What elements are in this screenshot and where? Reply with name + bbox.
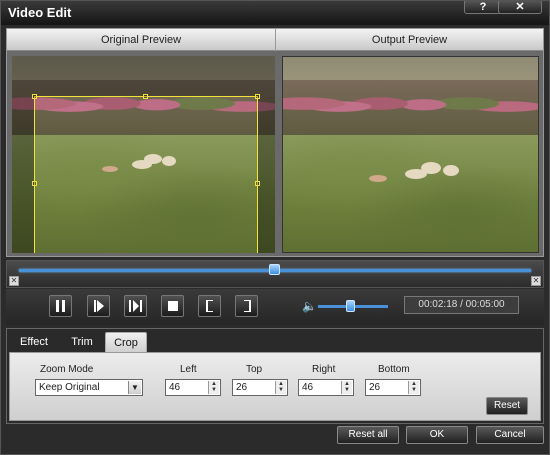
mark-out-button[interactable]	[235, 295, 258, 317]
video-edit-window: Video Edit ? ✕ Original Preview Output P…	[0, 0, 550, 455]
mark-in-button[interactable]	[198, 295, 221, 317]
volume-slider-thumb[interactable]	[345, 300, 355, 312]
crop-dim-right	[258, 96, 275, 253]
left-label: Left	[180, 364, 197, 375]
video-frame	[283, 57, 538, 252]
trees	[283, 80, 538, 139]
chevron-down-icon[interactable]: ▼	[128, 381, 141, 394]
crop-handle-top-left[interactable]	[32, 94, 37, 99]
edit-panel: Effect Trim Crop Zoom Mode Keep Original…	[6, 328, 544, 424]
start-marker-icon[interactable]: ✕	[9, 276, 19, 286]
stop-icon	[167, 301, 178, 311]
mark-out-icon	[243, 299, 251, 313]
time-display: 00:02:18 / 00:05:00	[404, 296, 519, 314]
output-preview-label: Output Preview	[371, 34, 448, 46]
right-input[interactable]: 46 ▲ ▼	[298, 379, 354, 396]
window-title: Video Edit	[8, 5, 72, 20]
tab-effect[interactable]: Effect	[9, 332, 59, 352]
crop-rectangle[interactable]	[32, 94, 260, 253]
title-bar: Video Edit ? ✕	[1, 1, 549, 25]
top-value: 26	[236, 382, 248, 393]
crop-dim-left	[12, 96, 34, 253]
right-value: 46	[302, 382, 314, 393]
help-button[interactable]: ?	[464, 1, 502, 14]
right-label: Right	[312, 364, 336, 375]
crop-dim-top	[12, 56, 275, 96]
bottom-value: 26	[369, 382, 381, 393]
step-icon	[128, 300, 142, 312]
left-input[interactable]: 46 ▲ ▼	[165, 379, 221, 396]
bottom-input[interactable]: 26 ▲ ▼	[365, 379, 421, 396]
reset-button[interactable]: Reset	[486, 397, 528, 415]
original-preview-video[interactable]	[12, 56, 275, 253]
spinner-arrows-icon[interactable]: ▲ ▼	[208, 381, 219, 394]
crop-panel: Zoom Mode Keep Original ▼ Left 46 ▲ ▼ Top…	[9, 352, 541, 421]
timeline[interactable]: ✕ ✕	[6, 260, 544, 288]
spinner-arrows-icon[interactable]: ▲ ▼	[408, 381, 419, 394]
pause-button[interactable]	[49, 295, 72, 317]
cancel-button[interactable]: Cancel	[476, 426, 544, 444]
mark-in-icon	[205, 299, 213, 313]
zoom-mode-value: Keep Original	[39, 382, 100, 393]
zoom-mode-select[interactable]: Keep Original ▼	[35, 379, 143, 396]
crop-handle-right[interactable]	[255, 181, 260, 186]
stop-button[interactable]	[161, 295, 184, 317]
pause-icon	[56, 300, 65, 312]
playback-controls: 🔈 00:02:18 / 00:05:00	[6, 289, 544, 325]
crop-handle-left[interactable]	[32, 181, 37, 186]
next-frame-button[interactable]	[87, 295, 110, 317]
top-input[interactable]: 26 ▲ ▼	[232, 379, 288, 396]
sheep	[443, 165, 459, 176]
end-marker-icon[interactable]: ✕	[531, 276, 541, 286]
preview-header: Original Preview Output Preview	[7, 29, 543, 51]
field	[283, 135, 538, 252]
sheep	[369, 175, 387, 182]
bottom-label: Bottom	[378, 364, 410, 375]
step-button[interactable]	[124, 295, 147, 317]
original-preview-label: Original Preview	[7, 29, 276, 51]
spinner-arrows-icon[interactable]: ▲ ▼	[275, 381, 286, 394]
sheep	[421, 162, 441, 174]
top-label: Top	[246, 364, 263, 375]
crop-handle-top-right[interactable]	[255, 94, 260, 99]
timeline-playhead[interactable]	[269, 264, 280, 275]
crop-handle-top[interactable]	[143, 94, 148, 99]
next-frame-icon	[93, 300, 104, 312]
preview-area: Original Preview Output Preview	[6, 28, 544, 257]
tab-crop[interactable]: Crop	[105, 332, 147, 352]
close-button[interactable]: ✕	[498, 1, 542, 14]
ok-button[interactable]: OK	[406, 426, 468, 444]
left-value: 46	[169, 382, 181, 393]
zoom-mode-label: Zoom Mode	[40, 364, 94, 375]
output-preview-video	[282, 56, 539, 253]
spinner-arrows-icon[interactable]: ▲ ▼	[341, 381, 352, 394]
reset-all-button[interactable]: Reset all	[337, 426, 399, 444]
tab-trim[interactable]: Trim	[59, 332, 105, 352]
volume-icon[interactable]: 🔈	[302, 299, 317, 313]
